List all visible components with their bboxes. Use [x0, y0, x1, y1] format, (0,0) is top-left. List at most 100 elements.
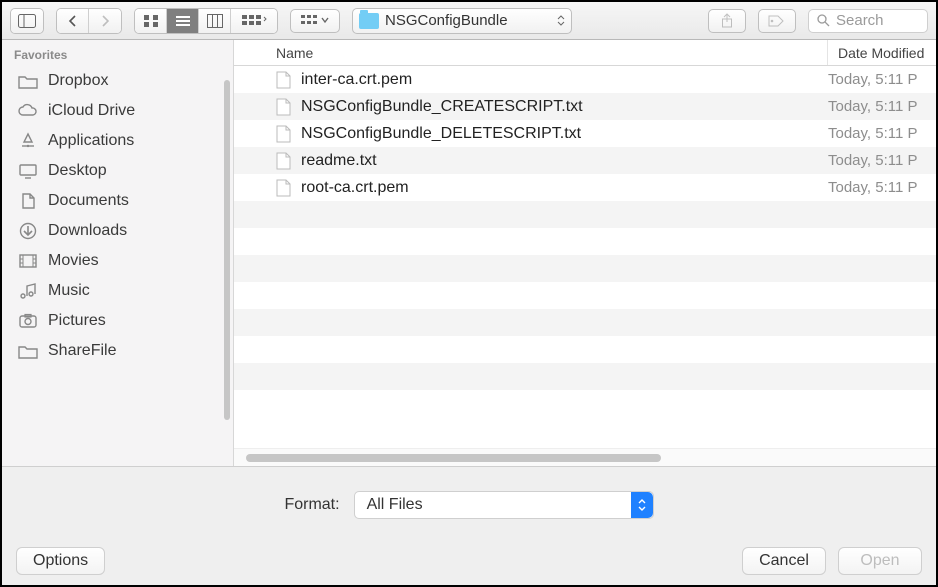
share-button[interactable] — [708, 9, 746, 33]
sidebar-item-label: Applications — [48, 132, 134, 150]
file-icon — [276, 179, 291, 197]
table-row[interactable]: inter-ca.crt.pem Today, 5:11 P — [234, 66, 936, 93]
movies-icon — [18, 252, 38, 270]
file-name: inter-ca.crt.pem — [301, 71, 412, 89]
sidebar-item-applications[interactable]: Applications — [2, 126, 233, 156]
table-row — [234, 228, 936, 255]
file-icon — [276, 71, 291, 89]
table-row[interactable]: readme.txt Today, 5:11 P — [234, 147, 936, 174]
format-select[interactable]: All Files — [354, 491, 654, 519]
gallery-view-button[interactable] — [231, 9, 277, 33]
sidebar-item-label: Music — [48, 282, 90, 300]
bottom-panel: Format: All Files Options Cancel Open — [2, 466, 936, 585]
tags-button[interactable] — [758, 9, 796, 33]
sidebar-item-label: Movies — [48, 252, 99, 270]
file-date: Today, 5:11 P — [828, 98, 936, 115]
sidebar-item-label: ShareFile — [48, 342, 116, 360]
table-row — [234, 309, 936, 336]
file-name: NSGConfigBundle_CREATESCRIPT.txt — [301, 98, 583, 116]
format-value: All Files — [367, 496, 423, 514]
search-placeholder: Search — [836, 12, 884, 29]
file-icon — [276, 98, 291, 116]
horizontal-scrollbar-track — [234, 448, 936, 466]
sidebar-item-music[interactable]: Music — [2, 276, 233, 306]
file-icon — [276, 125, 291, 143]
cancel-button[interactable]: Cancel — [742, 547, 826, 575]
file-date: Today, 5:11 P — [828, 152, 936, 169]
cloud-icon — [18, 102, 38, 120]
chevron-updown-icon — [631, 492, 653, 518]
sidebar-item-label: Documents — [48, 192, 129, 210]
sidebar-item-movies[interactable]: Movies — [2, 246, 233, 276]
table-row — [234, 201, 936, 228]
file-rows: inter-ca.crt.pem Today, 5:11 P NSGConfig… — [234, 66, 936, 448]
table-row — [234, 390, 936, 417]
sidebar-scrollbar[interactable] — [224, 80, 230, 420]
back-button[interactable] — [57, 9, 89, 33]
sidebar-item-icloud[interactable]: iCloud Drive — [2, 96, 233, 126]
file-icon — [276, 152, 291, 170]
desktop-icon — [18, 162, 38, 180]
file-name: NSGConfigBundle_DELETESCRIPT.txt — [301, 125, 581, 143]
sidebar-item-pictures[interactable]: Pictures — [2, 306, 233, 336]
horizontal-scrollbar[interactable] — [246, 454, 661, 462]
sidebar-item-label: iCloud Drive — [48, 102, 135, 120]
sidebar-item-label: Desktop — [48, 162, 107, 180]
document-icon — [18, 192, 38, 210]
folder-icon — [18, 72, 38, 90]
sidebar-item-sharefile[interactable]: ShareFile — [2, 336, 233, 366]
column-view-button[interactable] — [199, 9, 231, 33]
file-date: Today, 5:11 P — [828, 179, 936, 196]
sidebar-item-desktop[interactable]: Desktop — [2, 156, 233, 186]
sidebar: Favorites Dropbox iCloud Drive Applicati… — [2, 40, 234, 466]
file-date: Today, 5:11 P — [828, 125, 936, 142]
table-row[interactable]: root-ca.crt.pem Today, 5:11 P — [234, 174, 936, 201]
chevron-updown-icon — [557, 15, 565, 26]
toggle-sidebar-button[interactable] — [11, 9, 43, 33]
search-input[interactable]: Search — [808, 9, 928, 33]
open-button[interactable]: Open — [838, 547, 922, 575]
table-row — [234, 363, 936, 390]
action-row: Options Cancel Open — [16, 547, 922, 575]
sidebar-item-label: Downloads — [48, 222, 127, 240]
column-header-date-modified[interactable]: Date Modified — [828, 40, 936, 65]
pictures-icon — [18, 312, 38, 330]
file-name: root-ca.crt.pem — [301, 179, 409, 197]
file-date: Today, 5:11 P — [828, 71, 936, 88]
toolbar: NSGConfigBundle Search — [2, 2, 936, 40]
sidebar-item-label: Pictures — [48, 312, 106, 330]
sidebar-heading: Favorites — [2, 40, 233, 66]
nav-buttons — [56, 8, 122, 34]
applications-icon — [18, 132, 38, 150]
sidebar-item-documents[interactable]: Documents — [2, 186, 233, 216]
folder-icon — [359, 13, 379, 29]
file-list: Name Date Modified inter-ca.crt.pem Toda… — [234, 40, 936, 466]
format-row: Format: All Files — [16, 491, 922, 519]
view-mode-buttons — [134, 8, 278, 34]
table-row[interactable]: NSGConfigBundle_CREATESCRIPT.txt Today, … — [234, 93, 936, 120]
table-row — [234, 255, 936, 282]
options-button[interactable]: Options — [16, 547, 105, 575]
folder-icon — [18, 342, 38, 360]
download-icon — [18, 222, 38, 240]
icon-view-button[interactable] — [135, 9, 167, 33]
sidebar-item-label: Dropbox — [48, 72, 108, 90]
table-row[interactable]: NSGConfigBundle_DELETESCRIPT.txt Today, … — [234, 120, 936, 147]
forward-button[interactable] — [89, 9, 121, 33]
search-icon — [817, 14, 830, 27]
file-name: readme.txt — [301, 152, 377, 170]
location-dropdown[interactable]: NSGConfigBundle — [352, 8, 572, 34]
column-header-name[interactable]: Name — [234, 40, 828, 65]
location-label: NSGConfigBundle — [385, 12, 508, 29]
format-label: Format: — [284, 496, 339, 514]
sidebar-item-downloads[interactable]: Downloads — [2, 216, 233, 246]
music-icon — [18, 282, 38, 300]
column-header-row: Name Date Modified — [234, 40, 936, 66]
group-by-button[interactable] — [290, 9, 340, 33]
sidebar-toggle-group — [10, 8, 44, 34]
main-area: Favorites Dropbox iCloud Drive Applicati… — [2, 40, 936, 466]
table-row — [234, 336, 936, 363]
table-row — [234, 282, 936, 309]
sidebar-item-dropbox[interactable]: Dropbox — [2, 66, 233, 96]
list-view-button[interactable] — [167, 9, 199, 33]
